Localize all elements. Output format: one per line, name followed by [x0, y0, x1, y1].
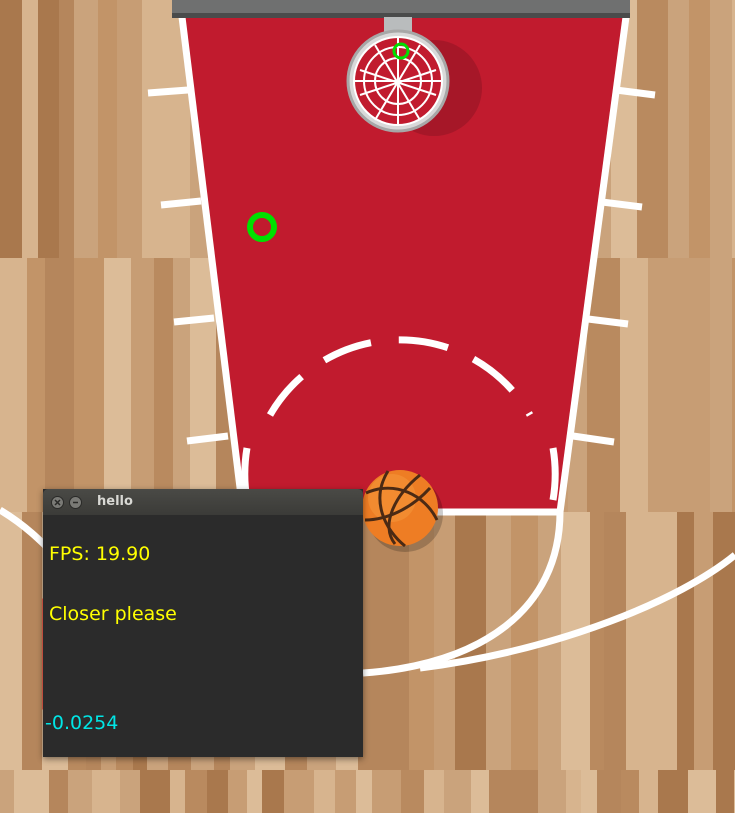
floor-plank — [131, 258, 154, 512]
floor-plank — [140, 770, 170, 813]
floor-plank — [0, 770, 14, 813]
floor-plank — [710, 258, 732, 512]
floor-plank — [0, 512, 22, 770]
floor-plank — [511, 512, 538, 770]
floor-plank — [120, 770, 140, 813]
backboard — [172, 0, 630, 18]
floor-plank — [356, 770, 372, 813]
floor-plank — [247, 770, 262, 813]
floor-plank — [651, 512, 677, 770]
floor-plank — [38, 0, 59, 258]
floor-plank — [228, 770, 247, 813]
floor-plank — [401, 770, 424, 813]
floor-plank — [602, 258, 620, 512]
floor-plank — [621, 770, 639, 813]
floor-plank — [713, 512, 735, 770]
floor-plank — [626, 512, 651, 770]
floor-plank — [92, 770, 120, 813]
floor-plank — [658, 770, 688, 813]
floor-plank — [637, 0, 668, 258]
floor-plank — [185, 770, 207, 813]
floor-plank — [45, 258, 74, 512]
camera-overlay-layer: FPS: 19.90 Closer please -0.0254 — [43, 515, 363, 757]
floor-plank — [597, 770, 621, 813]
floor-plank — [284, 770, 314, 813]
fps-readout: FPS: 19.90 — [49, 543, 151, 565]
floor-plank — [31, 770, 49, 813]
camera-window[interactable]: hello FPS: 19.90 Closer please -0.0254 — [43, 489, 363, 757]
floor-plank — [14, 770, 31, 813]
floor-plank — [518, 770, 538, 813]
floor-plank — [173, 258, 190, 512]
floor-plank — [0, 258, 27, 512]
head-pose-value: -0.0254 — [45, 712, 119, 734]
floor-plank — [471, 770, 489, 813]
floor-plank — [639, 770, 658, 813]
floor-plank — [581, 770, 597, 813]
floor-plank — [710, 0, 732, 258]
floor-plank — [489, 770, 518, 813]
status-message: Closer please — [49, 603, 177, 625]
floor-plank — [335, 770, 356, 813]
floor-plank — [372, 770, 401, 813]
floor-plank — [59, 0, 74, 258]
floor-plank — [262, 770, 284, 813]
floor-plank — [27, 258, 45, 512]
minimize-icon[interactable] — [69, 496, 82, 509]
floor-plank — [716, 770, 734, 813]
window-titlebar[interactable]: hello — [43, 489, 363, 515]
floor-plank — [538, 770, 566, 813]
floor-plank — [664, 258, 689, 512]
floor-plank — [590, 512, 604, 770]
floor-plank — [566, 770, 581, 813]
floor-plank — [314, 770, 335, 813]
floor-plank — [98, 0, 117, 258]
floor-plank — [677, 512, 694, 770]
floor-plank — [0, 0, 22, 258]
floor-plank — [207, 770, 228, 813]
floor-plank — [49, 770, 68, 813]
window-title: hello — [97, 494, 133, 509]
close-icon[interactable] — [51, 496, 64, 509]
floor-plank — [444, 770, 471, 813]
floor-plank — [154, 258, 173, 512]
floor-plank — [434, 512, 455, 770]
floor-plank — [142, 0, 164, 258]
floor-plank — [688, 770, 716, 813]
floor-plank — [68, 770, 92, 813]
floor-plank — [668, 0, 689, 258]
floor-plank — [74, 0, 98, 258]
floor-plank — [117, 0, 142, 258]
floor-plank — [170, 770, 185, 813]
floor-plank — [424, 770, 444, 813]
floor-plank — [22, 512, 42, 770]
floor-plank — [22, 0, 38, 258]
floor-plank — [694, 512, 713, 770]
floor-plank — [74, 258, 104, 512]
floor-plank — [104, 258, 131, 512]
floor-plank — [689, 0, 710, 258]
floor-plank — [604, 512, 626, 770]
floor-plank — [648, 258, 664, 512]
floor-plank — [620, 258, 648, 512]
floor-plank — [561, 512, 590, 770]
floor-plank — [689, 258, 710, 512]
floor-plank — [190, 258, 216, 512]
